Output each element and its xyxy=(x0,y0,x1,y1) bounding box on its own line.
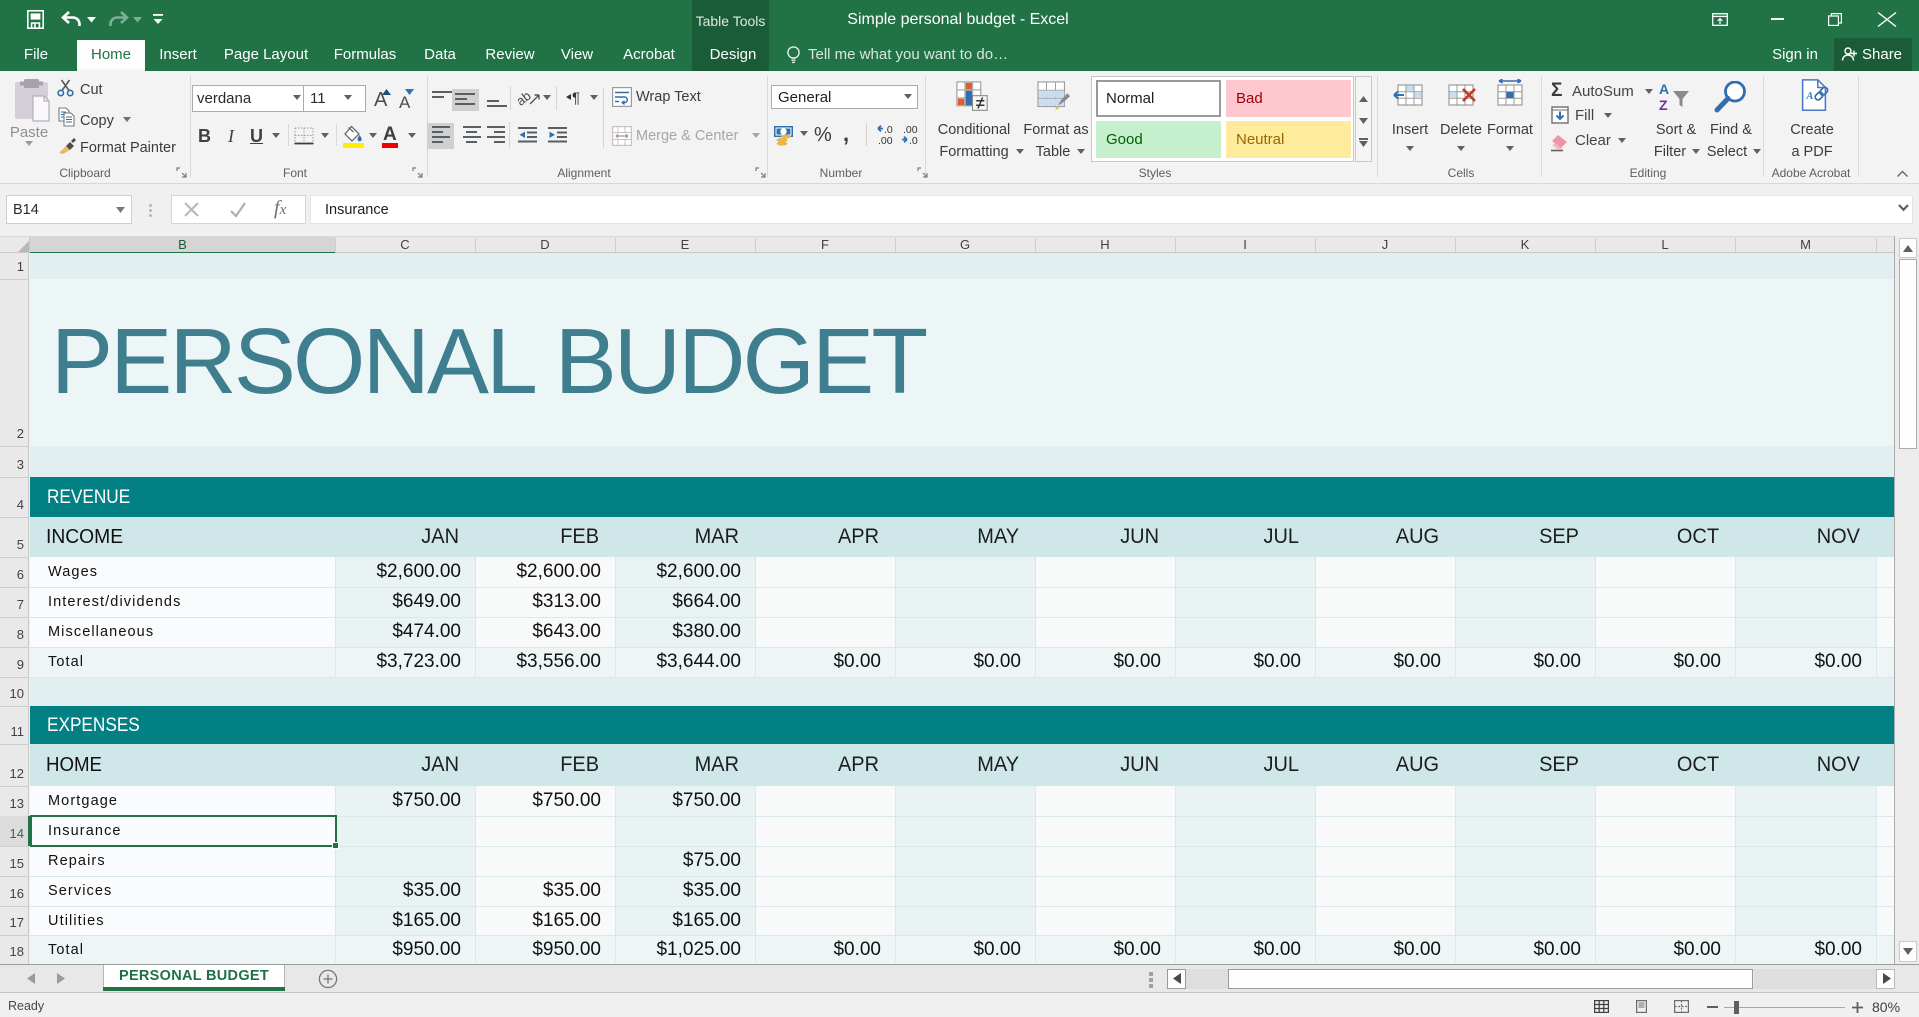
svg-text:A: A xyxy=(1659,81,1669,97)
svg-text:ab: ab xyxy=(518,88,534,108)
svg-text:¶: ¶ xyxy=(572,90,580,107)
svg-text:.0: .0 xyxy=(909,135,918,146)
svg-text:.00: .00 xyxy=(878,135,893,146)
svg-text:A: A xyxy=(1805,91,1813,102)
svg-text:Z: Z xyxy=(1659,97,1668,113)
